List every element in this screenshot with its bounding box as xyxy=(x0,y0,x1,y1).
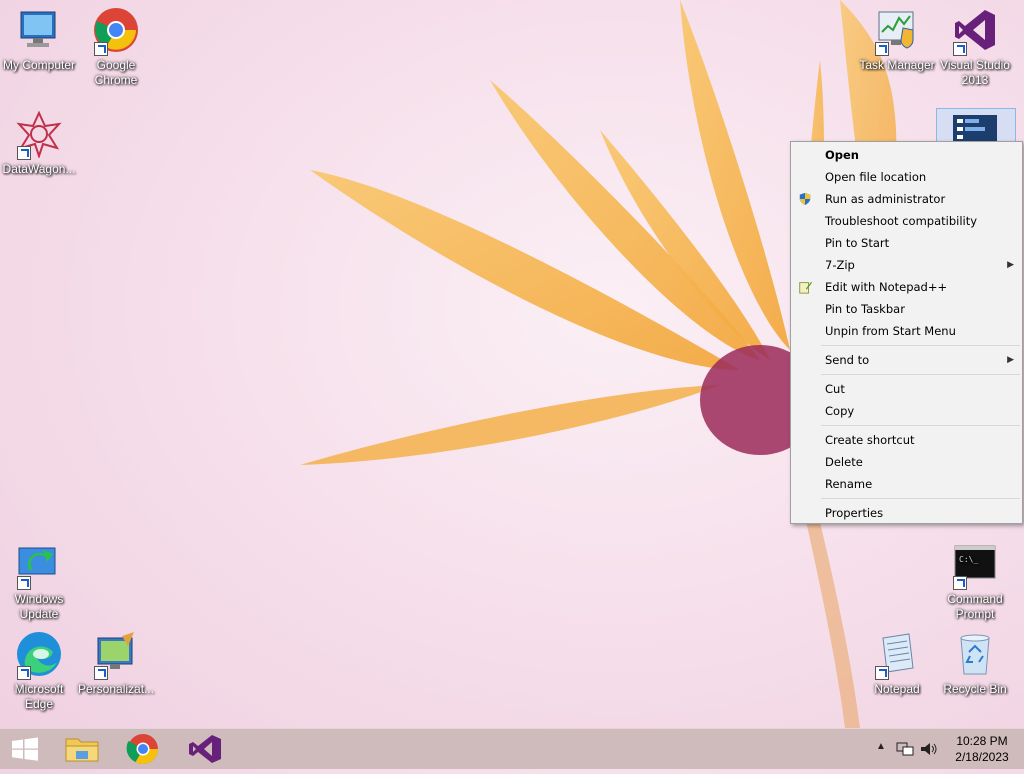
menu-item-rename[interactable]: Rename xyxy=(791,473,1022,495)
windows-update-icon xyxy=(15,540,63,590)
desktop-icon-my-computer[interactable]: My Computer xyxy=(1,0,77,73)
menu-item-properties[interactable]: Properties xyxy=(791,502,1022,524)
chrome-icon xyxy=(126,734,158,765)
menu-item-edit-with-notepadpp[interactable]: Edit with Notepad++ xyxy=(791,276,1022,298)
desktop-icon-notepad[interactable]: Notepad xyxy=(859,624,935,697)
menu-item-run-as-administrator[interactable]: Run as administrator xyxy=(791,188,1022,210)
shortcut-arrow-icon xyxy=(94,666,108,680)
system-tray: ▲ xyxy=(872,729,946,769)
submenu-arrow-icon: ▶ xyxy=(1007,355,1014,365)
desktop-icon-personalization[interactable]: Personalizat... xyxy=(78,624,154,697)
menu-item-open-file-location[interactable]: Open file location xyxy=(791,166,1022,188)
taskbar: ▲ 10:28 PM 2/18/2023 xyxy=(0,728,1024,769)
desktop-icon-command-prompt[interactable]: C:\_ Command Prompt xyxy=(937,534,1013,622)
menu-separator xyxy=(821,498,1020,499)
shortcut-arrow-icon xyxy=(875,666,889,680)
desktop-icon-label: Task Manager xyxy=(859,58,935,72)
menu-item-send-to[interactable]: Send to ▶ xyxy=(791,349,1022,371)
taskbar-chrome[interactable] xyxy=(115,729,171,769)
edge-icon xyxy=(15,630,63,680)
menu-item-pin-to-start[interactable]: Pin to Start xyxy=(791,232,1022,254)
menu-item-troubleshoot-compatibility[interactable]: Troubleshoot compatibility xyxy=(791,210,1022,232)
shortcut-arrow-icon xyxy=(94,42,108,56)
show-hidden-icons-icon[interactable]: ▲ xyxy=(876,741,886,752)
windows-logo-icon xyxy=(12,737,38,761)
svg-text:C:\_: C:\_ xyxy=(959,555,978,564)
datawagon-icon xyxy=(15,110,63,160)
uac-shield-icon xyxy=(799,192,811,206)
submenu-arrow-icon: ▶ xyxy=(1007,260,1014,270)
shortcut-arrow-icon xyxy=(953,42,967,56)
desktop-icon-datawagon[interactable]: DataWagon... xyxy=(1,104,77,177)
menu-separator xyxy=(821,345,1020,346)
menu-item-create-shortcut[interactable]: Create shortcut xyxy=(791,429,1022,451)
desktop-icon-recycle-bin[interactable]: Recycle Bin xyxy=(937,624,1013,697)
desktop-icon-label: Windows Update xyxy=(14,592,64,621)
personalization-icon xyxy=(92,630,140,680)
desktop-icon-label: Command Prompt xyxy=(947,592,1003,621)
network-icon[interactable] xyxy=(896,741,914,757)
desktop-icon-label: Recycle Bin xyxy=(943,682,1007,696)
clock-time: 10:28 PM xyxy=(956,734,1008,748)
desktop-icon-windows-update[interactable]: Windows Update xyxy=(1,534,77,622)
clock-date: 2/18/2023 xyxy=(955,750,1009,764)
chrome-icon xyxy=(92,6,140,56)
taskbar-clock[interactable]: 10:28 PM 2/18/2023 xyxy=(946,733,1018,765)
start-button[interactable] xyxy=(0,729,56,769)
desktop-icon-label: Notepad xyxy=(874,682,920,696)
desktop-icon-label: Google Chrome xyxy=(94,58,138,87)
desktop-icon-label: DataWagon... xyxy=(2,162,76,176)
menu-item-7zip[interactable]: 7-Zip ▶ xyxy=(791,254,1022,276)
my-computer-icon xyxy=(15,6,63,54)
desktop-icon-task-manager[interactable]: Task Manager xyxy=(859,0,935,73)
menu-item-pin-to-taskbar[interactable]: Pin to Taskbar xyxy=(791,298,1022,320)
visual-studio-icon xyxy=(189,735,221,763)
shortcut-arrow-icon xyxy=(17,576,31,590)
taskbar-file-explorer[interactable] xyxy=(54,729,110,769)
desktop-icon-google-chrome[interactable]: Google Chrome xyxy=(78,0,154,88)
desktop-icon-label: Personalizat... xyxy=(78,682,155,696)
command-prompt-icon: C:\_ xyxy=(951,540,999,590)
menu-separator xyxy=(821,425,1020,426)
context-menu: Open Open file location Run as administr… xyxy=(790,141,1023,524)
shortcut-arrow-icon xyxy=(17,146,31,160)
menu-item-unpin-from-start-menu[interactable]: Unpin from Start Menu xyxy=(791,320,1022,342)
taskbar-visual-studio[interactable] xyxy=(177,729,233,769)
visual-studio-icon xyxy=(951,6,999,56)
recycle-bin-icon xyxy=(951,630,999,678)
desktop-icon-microsoft-edge[interactable]: Microsoft Edge xyxy=(1,624,77,712)
menu-item-open[interactable]: Open xyxy=(791,144,1022,166)
desktop-icon-label: Visual Studio 2013 xyxy=(940,58,1010,87)
menu-item-delete[interactable]: Delete xyxy=(791,451,1022,473)
menu-separator xyxy=(821,374,1020,375)
menu-item-copy[interactable]: Copy xyxy=(791,400,1022,422)
file-explorer-icon xyxy=(65,738,99,762)
shortcut-arrow-icon xyxy=(953,576,967,590)
desktop-icon-label: My Computer xyxy=(2,58,76,72)
volume-icon[interactable] xyxy=(920,741,938,757)
shortcut-arrow-icon xyxy=(875,42,889,56)
task-manager-icon xyxy=(873,6,921,56)
notepad-icon xyxy=(873,630,921,680)
desktop-icon-label: Microsoft Edge xyxy=(14,682,64,711)
desktop-icon-visual-studio[interactable]: Visual Studio 2013 xyxy=(937,0,1013,88)
menu-item-cut[interactable]: Cut xyxy=(791,378,1022,400)
shortcut-arrow-icon xyxy=(17,666,31,680)
notepadpp-icon xyxy=(799,281,812,294)
